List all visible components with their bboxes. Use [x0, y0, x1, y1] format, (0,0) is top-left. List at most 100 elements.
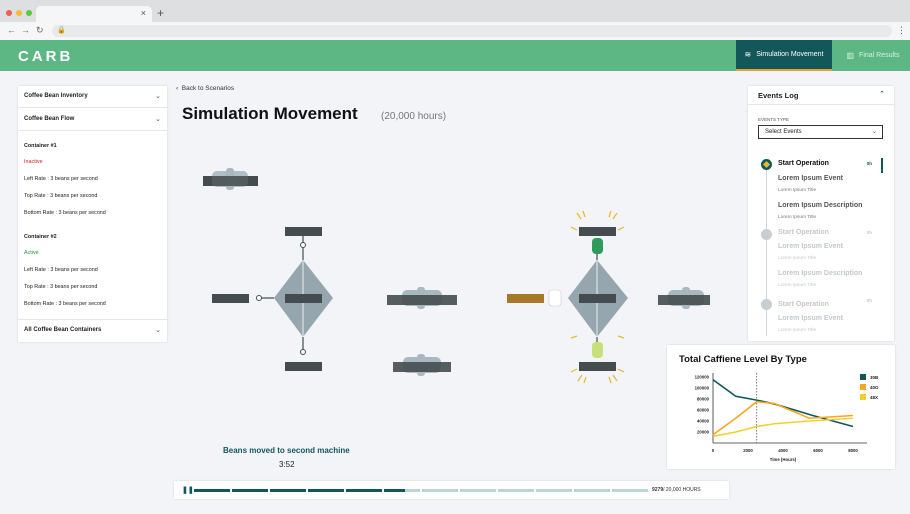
- progress-track[interactable]: [194, 489, 648, 492]
- chevron-down-icon: ⌄: [155, 116, 161, 123]
- address-bar[interactable]: 🔒: [52, 25, 892, 37]
- back-arrow-icon[interactable]: ←: [7, 25, 16, 35]
- browser-chrome: × + ← → ↻ 🔒 ⋮: [0, 0, 910, 40]
- caffeine-line-chart: 120000 100000 80000 60000 40000 20000 0 2000 400…: [695, 373, 879, 462]
- events-log-header[interactable]: Events Log ⌃: [748, 86, 894, 105]
- forward-arrow-icon[interactable]: →: [21, 25, 30, 35]
- event-hour: 0h: [866, 230, 872, 235]
- browser-tab[interactable]: ×: [36, 6, 152, 22]
- events-log-title: Events Log: [758, 91, 799, 100]
- progress-total: / 20,000 HOURS: [663, 487, 701, 493]
- events-type-select[interactable]: Select Events ⌄: [758, 125, 883, 139]
- progress-segment-filled: [232, 489, 268, 492]
- y-tick-label: 60000: [697, 408, 710, 413]
- progress-segment[interactable]: [574, 489, 610, 492]
- back-label: Back to Scenarios: [181, 85, 235, 92]
- chevron-down-icon: ⌄: [155, 327, 161, 334]
- accordion-coffee-bean-inventory[interactable]: Coffee Bean Inventory ⌄: [18, 86, 167, 108]
- container-1-bottom-rate: Bottom Rate : 3 beans per second: [24, 210, 106, 216]
- accordion-all-containers[interactable]: All Coffee Bean Containers ⌄: [18, 319, 167, 341]
- chevron-down-icon: ⌄: [155, 93, 161, 100]
- legend-swatch-40G: [860, 384, 866, 390]
- container-1-top-rate: Top Rate : 3 beans per second: [24, 193, 98, 199]
- reload-icon[interactable]: ↻: [36, 25, 44, 36]
- event-item-sub: Lorem Ipsum Title: [778, 188, 817, 193]
- progress-segment-filled: [194, 489, 230, 492]
- event-item-name: Lorem Ipsum Event: [778, 243, 843, 250]
- diamond-icon: [762, 160, 771, 169]
- bean-stack: [658, 287, 710, 309]
- legend-label-30B: 30B: [870, 375, 879, 380]
- browser-menu-icon[interactable]: ⋮: [897, 25, 906, 36]
- page-subtitle: (20,000 hours): [381, 111, 447, 122]
- app-header: CARB ≋ Simulation Movement ▥ Final Resul…: [0, 40, 910, 71]
- app-logo[interactable]: CARB: [18, 48, 73, 65]
- y-tick-label: 40000: [697, 419, 710, 424]
- select-value: Select Events: [765, 129, 802, 135]
- timeline-line: [766, 166, 767, 336]
- accordion-coffee-bean-flow[interactable]: Coffee Bean Flow ⌄: [18, 109, 167, 131]
- progress-segment[interactable]: [536, 489, 572, 492]
- scrollbar-thumb[interactable]: [881, 158, 883, 173]
- event-title[interactable]: Start Operation: [778, 160, 829, 167]
- bean-stack: [387, 287, 457, 309]
- chevron-up-icon[interactable]: ⌃: [879, 90, 885, 98]
- x-tick-label: 2000: [743, 448, 753, 453]
- container-1-left-rate: Left Rate : 3 beans per second: [24, 176, 98, 182]
- x-axis-label: Time (Hours): [770, 457, 797, 462]
- container-2-status: Active: [24, 250, 39, 256]
- event-item-sub: Lorem Ipsum Title: [778, 283, 817, 288]
- tab-final-results[interactable]: ▥ Final Results: [838, 40, 908, 71]
- event-item-sub: Lorem Ipsum Title: [778, 256, 817, 261]
- progress-segment-filled: [308, 489, 344, 492]
- y-tick-label: 80000: [697, 397, 710, 402]
- tab-close-icon[interactable]: ×: [141, 8, 146, 18]
- container-2-name: Container #2: [24, 234, 57, 240]
- progress-segment-filled: [346, 489, 382, 492]
- y-tick-label: 100000: [695, 386, 710, 391]
- minimize-window-icon[interactable]: [16, 10, 22, 16]
- progress-counter: 9279/ 20,000 HOURS: [652, 487, 701, 493]
- event-item-sub: Lorem Ipsum Title: [778, 328, 817, 333]
- back-to-scenarios-link[interactable]: ‹ Back to Scenarios: [176, 85, 234, 92]
- container-2-top-rate: Top Rate : 3 beans per second: [24, 284, 98, 290]
- chevron-down-icon: ⌄: [871, 129, 877, 135]
- bean-stack: [393, 354, 451, 376]
- event-item-name: Lorem Ipsum Description: [778, 202, 863, 209]
- progress-current: 9279: [652, 487, 664, 493]
- event-item-name: Lorem Ipsum Event: [778, 175, 843, 182]
- new-tab-icon[interactable]: +: [157, 6, 164, 20]
- event-hour: 0h: [866, 298, 872, 303]
- accordion-label: All Coffee Bean Containers: [24, 327, 102, 333]
- browser-nav-row: ← → ↻ 🔒 ⋮: [0, 22, 910, 40]
- legend-label-40G: 40G: [870, 385, 879, 390]
- progress-segment[interactable]: [498, 489, 534, 492]
- events-log-panel: Events Log ⌃ EVENTS TYPE Select Events ⌄…: [748, 86, 894, 341]
- progress-segment-filled: [270, 489, 306, 492]
- maximize-window-icon[interactable]: [26, 10, 32, 16]
- machine-2: [507, 210, 628, 384]
- progress-segment[interactable]: [612, 489, 648, 492]
- tab-label: Final Results: [859, 52, 900, 59]
- progress-segment[interactable]: [422, 489, 458, 492]
- event-title[interactable]: Start Operation: [778, 301, 829, 308]
- container-1-name: Container #1: [24, 143, 57, 149]
- playback-bar: ❚❚ 9279/ 20,000 HOURS: [174, 481, 729, 499]
- legend-label-48X: 48X: [870, 395, 878, 400]
- pause-icon[interactable]: ❚❚: [182, 486, 194, 494]
- bar-chart-icon: ▥: [846, 51, 855, 60]
- x-tick-label: 6000: [813, 448, 823, 453]
- browser-tab-bar: × +: [0, 0, 910, 22]
- legend-swatch-30B: [860, 374, 866, 380]
- event-title[interactable]: Start Operation: [778, 229, 829, 236]
- progress-segment[interactable]: [460, 489, 496, 492]
- status-caption: Beans moved to second machine: [223, 446, 350, 455]
- events-type-label: EVENTS TYPE: [758, 117, 789, 122]
- tab-simulation-movement[interactable]: ≋ Simulation Movement: [736, 40, 832, 71]
- lock-icon: 🔒: [57, 27, 66, 34]
- y-tick-label: 20000: [697, 430, 710, 435]
- elapsed-time: 3:52: [279, 460, 295, 469]
- event-item-name: Lorem Ipsum Event: [778, 315, 843, 322]
- close-window-icon[interactable]: [6, 10, 12, 16]
- machine-1: [212, 227, 333, 371]
